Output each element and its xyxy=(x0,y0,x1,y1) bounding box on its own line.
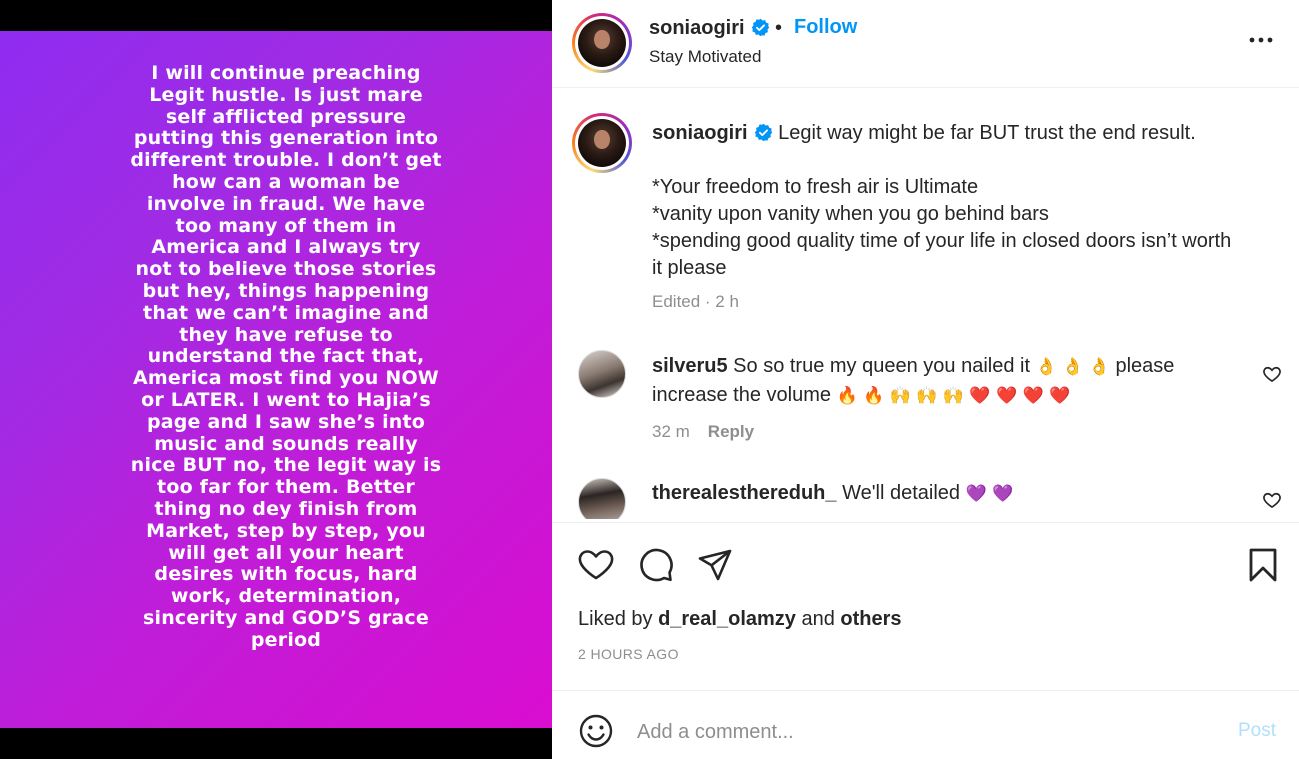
verified-badge-icon xyxy=(751,18,769,36)
emoji-icon[interactable] xyxy=(578,713,614,749)
commenter-avatar[interactable] xyxy=(578,350,626,398)
follow-button[interactable]: Follow xyxy=(794,16,857,39)
reply-button[interactable]: Reply xyxy=(708,422,754,441)
liked-by-others[interactable]: others xyxy=(840,608,901,630)
caption-line-3: *vanity upon vanity when you go behind b… xyxy=(652,203,1049,225)
post-media[interactable]: I will continue preaching Legit hustle. … xyxy=(0,0,552,759)
likes-summary: Liked by d_real_olamzy and others xyxy=(578,608,902,630)
comments-section[interactable]: soniaogiri Legit way might be far BUT tr… xyxy=(552,89,1299,519)
verified-badge-icon xyxy=(754,123,772,141)
post-details-panel: soniaogiri • Follow Stay Motivated sonia… xyxy=(552,0,1299,759)
caption-meta: Edited · 2 h xyxy=(652,292,739,311)
post-timestamp[interactable]: 2 HOURS AGO xyxy=(578,646,679,662)
post-viewer: I will continue preaching Legit hustle. … xyxy=(0,0,1299,759)
divider xyxy=(552,522,1299,523)
comment-like-heart-icon[interactable] xyxy=(1262,364,1282,384)
caption-line-1: Legit way might be far BUT trust the end… xyxy=(778,122,1196,144)
author-username[interactable]: soniaogiri xyxy=(649,17,770,40)
comment-username[interactable]: silveru5 xyxy=(652,355,728,377)
divider xyxy=(552,690,1299,691)
comment-body: therealesthereduh_ We'll detailed 💜 💜 xyxy=(652,482,1014,504)
comment-username[interactable]: therealesthereduh_ xyxy=(652,482,837,504)
caption-username[interactable]: soniaogiri xyxy=(652,122,748,144)
separator-dot: • xyxy=(775,17,783,39)
author-avatar[interactable] xyxy=(572,13,632,73)
comment-input[interactable] xyxy=(637,716,1197,748)
share-icon[interactable] xyxy=(695,545,735,585)
comment-like-heart-icon[interactable] xyxy=(1262,490,1282,510)
post-subtitle[interactable]: Stay Motivated xyxy=(649,47,761,67)
caption-line-2: *Your freedom to fresh air is Ultimate xyxy=(652,176,979,198)
caption-line-4: *spending good quality time of your life… xyxy=(652,230,1232,279)
more-options-icon[interactable] xyxy=(1246,28,1276,52)
action-bar xyxy=(552,540,1299,590)
comment-meta: 32 m Reply xyxy=(652,422,754,442)
caption-avatar[interactable] xyxy=(572,113,632,173)
comment-body: silveru5 So so true my queen you nailed … xyxy=(652,355,1175,406)
post-comment-button[interactable]: Post xyxy=(1238,720,1276,742)
heart-icon[interactable] xyxy=(576,545,616,585)
save-icon[interactable] xyxy=(1243,545,1283,585)
comment-emoji: 🔥 🔥 🙌 🙌 🙌 ❤️ ❤️ ❤️ ❤️ xyxy=(836,386,1071,406)
post-caption: soniaogiri Legit way might be far BUT tr… xyxy=(652,120,1232,282)
comment-time: 32 m xyxy=(652,422,690,441)
commenter-avatar[interactable] xyxy=(578,478,626,519)
comment-icon[interactable] xyxy=(636,545,676,585)
liked-by-user[interactable]: d_real_olamzy xyxy=(658,608,796,630)
post-header: soniaogiri • Follow Stay Motivated xyxy=(552,0,1299,88)
comment-emoji: 👌 👌 👌 xyxy=(1035,357,1110,377)
post-image-text: I will continue preaching Legit hustle. … xyxy=(130,62,442,651)
comment-emoji: 💜 💜 xyxy=(965,484,1014,504)
